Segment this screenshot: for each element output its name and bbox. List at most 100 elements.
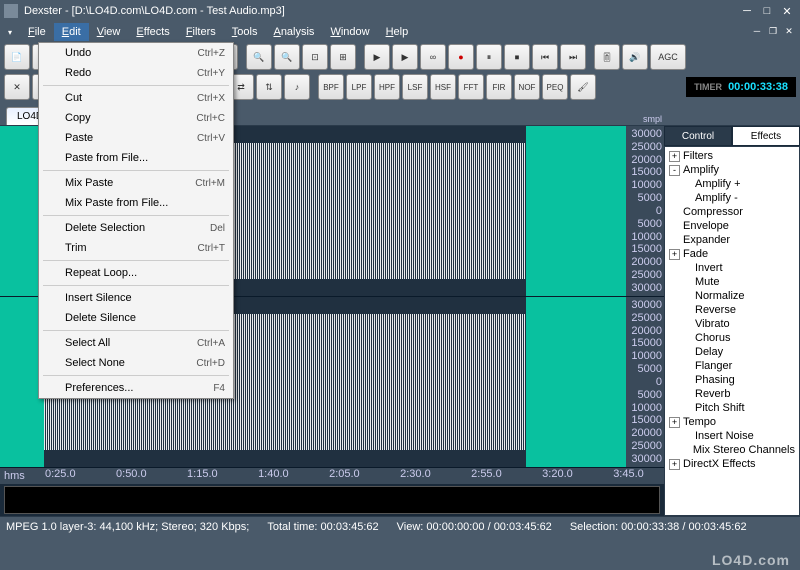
tab-control[interactable]: Control	[664, 126, 732, 146]
tree-item-pitch-shift[interactable]: Pitch Shift	[667, 401, 797, 415]
tree-item-amplify[interactable]: -Amplify	[667, 163, 797, 177]
stop-icon[interactable]: ⏹	[504, 44, 530, 70]
tree-item-reverse[interactable]: Reverse	[667, 303, 797, 317]
tree-item-vibrato[interactable]: Vibrato	[667, 317, 797, 331]
tree-item-phasing[interactable]: Phasing	[667, 373, 797, 387]
menuitem-mix-paste-from-file-[interactable]: Mix Paste from File...	[39, 193, 233, 213]
menu-window[interactable]: Window	[322, 23, 377, 41]
filter-bpf-button[interactable]: BPF	[318, 74, 344, 100]
tree-item-invert[interactable]: Invert	[667, 261, 797, 275]
zoom-fit-icon[interactable]: ⊡	[302, 44, 328, 70]
effects-tree[interactable]: +Filters-AmplifyAmplify +Amplify -Compre…	[664, 146, 800, 516]
overview-bar[interactable]	[4, 486, 660, 514]
status-total-time: Total time: 00:03:45:62	[267, 521, 378, 533]
amplitude-scale-left: smpl 30000250002000015000100005000050001…	[626, 126, 664, 296]
expand-icon[interactable]: +	[669, 417, 680, 428]
tab-effects[interactable]: Effects	[732, 126, 800, 146]
menuitem-label: Mix Paste	[65, 177, 195, 189]
menu-help[interactable]: Help	[378, 23, 417, 41]
tree-item-insert-noise[interactable]: Insert Noise	[667, 429, 797, 443]
menuitem-select-none[interactable]: Select NoneCtrl+D	[39, 353, 233, 373]
speaker-icon[interactable]: 🔊	[622, 44, 648, 70]
menuitem-preferences-[interactable]: Preferences...F4	[39, 378, 233, 398]
minimize-button[interactable]: ─	[738, 4, 756, 18]
skip-end-icon[interactable]: ⏭	[560, 44, 586, 70]
tree-item-mix-stereo-channels[interactable]: Mix Stereo Channels	[667, 443, 797, 457]
tree-item-envelope[interactable]: Envelope	[667, 219, 797, 233]
doc-minimize-button[interactable]: ─	[750, 26, 764, 38]
close-button[interactable]: ✕	[778, 4, 796, 18]
menuitem-mix-paste[interactable]: Mix PasteCtrl+M	[39, 173, 233, 193]
doc-close-button[interactable]: ✕	[782, 26, 796, 38]
up-down-icon[interactable]: ⇅	[256, 74, 282, 100]
pause-icon[interactable]: ⏸	[476, 44, 502, 70]
system-menu-icon[interactable]: ▾	[4, 26, 16, 38]
menuitem-paste-from-file-[interactable]: Paste from File...	[39, 148, 233, 168]
menu-edit[interactable]: Edit	[54, 23, 89, 41]
menuitem-delete-silence[interactable]: Delete Silence	[39, 308, 233, 328]
mixer-icon[interactable]: 🎚	[594, 44, 620, 70]
play-icon[interactable]: ▶	[364, 44, 390, 70]
record-icon[interactable]: ●	[448, 44, 474, 70]
menuitem-copy[interactable]: CopyCtrl+C	[39, 108, 233, 128]
expand-icon[interactable]: +	[669, 151, 680, 162]
menuitem-select-all[interactable]: Select AllCtrl+A	[39, 333, 233, 353]
filter-lpf-button[interactable]: LPF	[346, 74, 372, 100]
tree-item-normalize[interactable]: Normalize	[667, 289, 797, 303]
filter-fft-button[interactable]: FFT	[458, 74, 484, 100]
time-tick: 2:55.0	[471, 468, 502, 480]
filter-hpf-button[interactable]: HPF	[374, 74, 400, 100]
filter-lsf-button[interactable]: LSF	[402, 74, 428, 100]
menu-view[interactable]: View	[89, 23, 129, 41]
filter-nof-button[interactable]: NOF	[514, 74, 540, 100]
menuitem-cut[interactable]: CutCtrl+X	[39, 88, 233, 108]
menu-filters[interactable]: Filters	[178, 23, 224, 41]
doc-restore-button[interactable]: ❐	[766, 26, 780, 38]
play-loop-icon[interactable]: ▶	[392, 44, 418, 70]
expand-icon[interactable]: -	[669, 165, 680, 176]
paint-icon[interactable]: 🖌	[570, 74, 596, 100]
menu-file[interactable]: File	[20, 23, 54, 41]
filter-fir-button[interactable]: FIR	[486, 74, 512, 100]
menuitem-paste[interactable]: PasteCtrl+V	[39, 128, 233, 148]
menuitem-repeat-loop-[interactable]: Repeat Loop...	[39, 263, 233, 283]
tree-item-filters[interactable]: +Filters	[667, 149, 797, 163]
agc-button[interactable]: AGC	[650, 44, 686, 70]
menu-tools[interactable]: Tools	[224, 23, 266, 41]
tree-item-mute[interactable]: Mute	[667, 275, 797, 289]
filter-hsf-button[interactable]: HSF	[430, 74, 456, 100]
filter-peq-button[interactable]: PEQ	[542, 74, 568, 100]
menuitem-insert-silence[interactable]: Insert Silence	[39, 288, 233, 308]
tree-item-chorus[interactable]: Chorus	[667, 331, 797, 345]
zoom-in-icon[interactable]: 🔍	[246, 44, 272, 70]
time-ruler[interactable]: hms 0:25.00:50.01:15.01:40.02:05.02:30.0…	[0, 468, 664, 484]
time-tick: 3:45.0	[613, 468, 644, 480]
shuffle-icon[interactable]: ✕	[4, 74, 30, 100]
zoom-sel-icon[interactable]: ⊞	[330, 44, 356, 70]
tree-item-amplify-[interactable]: Amplify +	[667, 177, 797, 191]
expand-icon[interactable]: +	[669, 459, 680, 470]
new-icon[interactable]: 📄	[4, 44, 30, 70]
expand-icon[interactable]: +	[669, 249, 680, 260]
menuitem-delete-selection[interactable]: Delete SelectionDel	[39, 218, 233, 238]
tree-item-delay[interactable]: Delay	[667, 345, 797, 359]
skip-start-icon[interactable]: ⏮	[532, 44, 558, 70]
loop-icon[interactable]: ∞	[420, 44, 446, 70]
menu-effects[interactable]: Effects	[128, 23, 177, 41]
amp-tick: 30000	[628, 299, 662, 311]
menuitem-trim[interactable]: TrimCtrl+T	[39, 238, 233, 258]
tree-item-expander[interactable]: Expander	[667, 233, 797, 247]
note-icon[interactable]: ♪	[284, 74, 310, 100]
tree-item-amplify-[interactable]: Amplify -	[667, 191, 797, 205]
maximize-button[interactable]: □	[758, 4, 776, 18]
zoom-out-icon[interactable]: 🔍	[274, 44, 300, 70]
tree-item-reverb[interactable]: Reverb	[667, 387, 797, 401]
menuitem-redo[interactable]: RedoCtrl+Y	[39, 63, 233, 83]
menuitem-undo[interactable]: UndoCtrl+Z	[39, 43, 233, 63]
tree-item-directx-effects[interactable]: +DirectX Effects	[667, 457, 797, 471]
tree-item-flanger[interactable]: Flanger	[667, 359, 797, 373]
tree-item-tempo[interactable]: +Tempo	[667, 415, 797, 429]
menu-analysis[interactable]: Analysis	[265, 23, 322, 41]
tree-item-compressor[interactable]: Compressor	[667, 205, 797, 219]
tree-item-fade[interactable]: +Fade	[667, 247, 797, 261]
